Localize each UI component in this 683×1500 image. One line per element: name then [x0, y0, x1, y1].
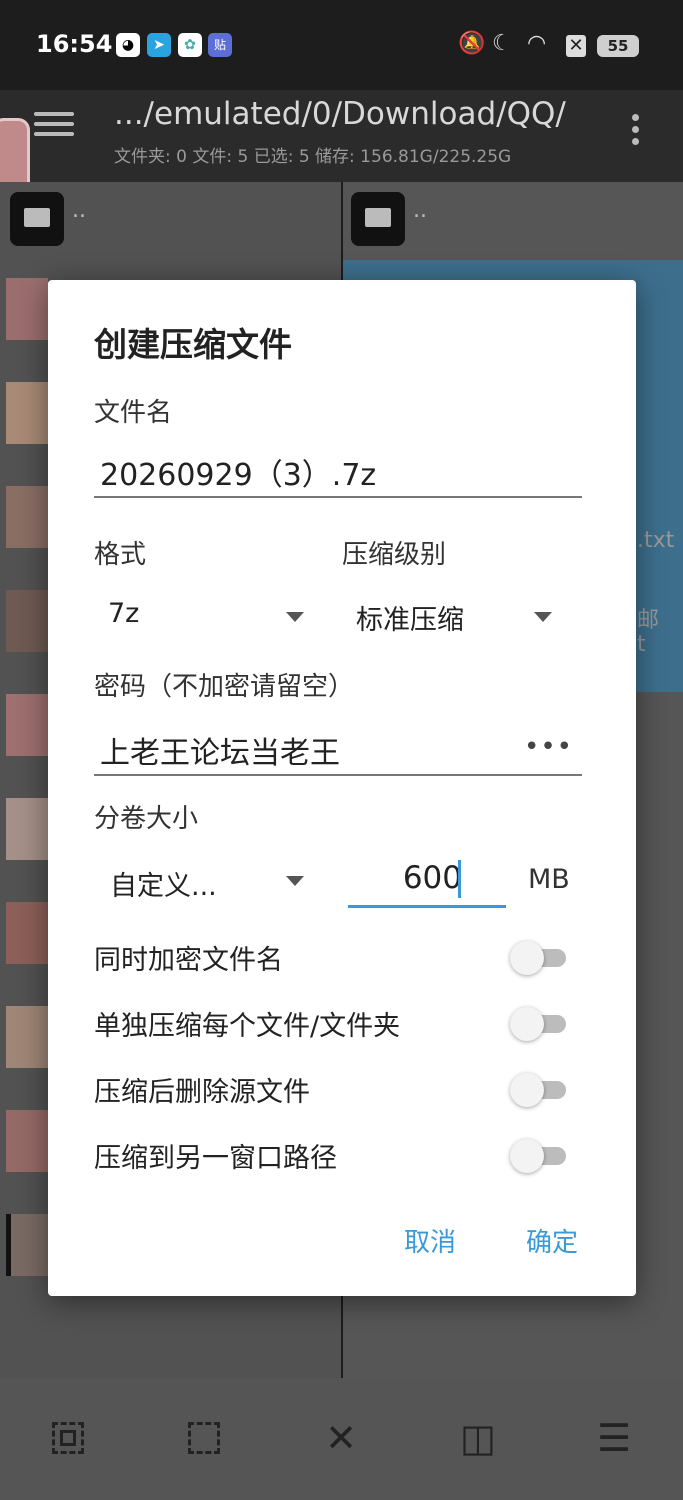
app-icon: ✿ — [178, 33, 202, 57]
toggle-label: 压缩到另一窗口路径 — [94, 1143, 337, 1174]
select-all-icon[interactable] — [38, 1408, 98, 1468]
folder-icon — [10, 192, 64, 246]
telegram-icon: ➤ — [147, 33, 171, 57]
sim-icon: ✕ — [566, 35, 586, 57]
image-thumbnail[interactable] — [6, 1006, 48, 1068]
battery-icon: 55 — [597, 35, 639, 57]
dialog-title: 创建压缩文件 — [94, 325, 292, 364]
status-bar: 16:54 ◕ ➤ ✿ 贴 🔕 ☾ ◠ ✕ 55 — [0, 0, 683, 90]
menu-icon[interactable] — [34, 112, 74, 142]
image-thumbnail[interactable] — [6, 1214, 48, 1276]
image-thumbnail[interactable] — [6, 694, 48, 756]
parent-label: .. — [72, 198, 86, 223]
image-thumbnail[interactable] — [6, 382, 48, 444]
delete-source-switch[interactable] — [510, 1072, 568, 1107]
format-label: 格式 — [94, 540, 147, 570]
volume-mode-dropdown[interactable]: 自定义... — [94, 854, 314, 906]
compress-separately-switch[interactable] — [510, 1006, 568, 1041]
toggle-label: 压缩后删除源文件 — [94, 1077, 310, 1108]
file-name-fragment: .txt — [637, 528, 675, 553]
delete-source-row[interactable]: 压缩后删除源文件 — [94, 1066, 594, 1110]
other-pane-path-switch[interactable] — [510, 1138, 568, 1173]
volume-unit: MB — [528, 864, 570, 895]
image-thumbnail[interactable] — [6, 902, 48, 964]
text-cursor — [458, 860, 461, 898]
moon-icon: ☾ — [492, 31, 512, 56]
cancel-button[interactable]: 取消 — [404, 1222, 456, 1259]
compression-level-dropdown[interactable]: 标准压缩 — [342, 590, 572, 642]
bottom-action-bar: ✕ ◫ ☰ — [0, 1378, 683, 1500]
chevron-down-icon — [534, 612, 552, 622]
list-select-icon[interactable]: ☰ — [584, 1408, 644, 1468]
format-dropdown[interactable]: 7z — [94, 590, 314, 642]
create-archive-dialog: 创建压缩文件 文件名 20260929（3）.7z 格式 压缩级别 7z 标准压… — [48, 280, 636, 1296]
current-path: .../emulated/0/Download/QQ/ — [114, 96, 566, 132]
level-value: 标准压缩 — [356, 605, 464, 636]
parent-label: .. — [413, 198, 427, 223]
qq-icon: ◕ — [116, 33, 140, 57]
file-name-fragment: 邮 — [637, 608, 660, 633]
chevron-down-icon — [286, 876, 304, 886]
password-label: 密码（不加密请留空） — [94, 672, 355, 702]
toggle-label: 单独压缩每个文件/文件夹 — [94, 1011, 401, 1042]
volume-mode-value: 自定义... — [110, 871, 217, 902]
show-password-icon[interactable]: ••• — [524, 732, 573, 762]
folder-stats: 文件夹: 0 文件: 5 已选: 5 储存: 156.81G/225.25G — [114, 147, 512, 167]
encrypt-filenames-switch[interactable] — [510, 940, 568, 975]
password-value: 上老王论坛当老王 — [100, 736, 340, 771]
chevron-down-icon — [286, 612, 304, 622]
level-label: 压缩级别 — [342, 540, 447, 570]
other-pane-path-row[interactable]: 压缩到另一窗口路径 — [94, 1132, 594, 1176]
image-thumbnail[interactable] — [6, 590, 48, 652]
parent-folder-row[interactable]: .. — [10, 182, 330, 252]
filename-input[interactable]: 20260929（3）.7z — [94, 444, 582, 498]
image-thumbnail[interactable] — [6, 798, 48, 860]
toggle-label: 同时加密文件名 — [94, 945, 283, 976]
format-value: 7z — [108, 598, 140, 629]
image-thumbnail[interactable] — [6, 1110, 48, 1172]
clear-selection-icon[interactable]: ✕ — [311, 1408, 371, 1468]
mute-icon: 🔕 — [458, 31, 486, 56]
volume-label: 分卷大小 — [94, 804, 199, 834]
app-toolbar: .../emulated/0/Download/QQ/ 文件夹: 0 文件: 5… — [0, 90, 683, 182]
image-thumbnail[interactable] — [6, 486, 48, 548]
folder-icon — [351, 192, 405, 246]
wifi-icon: ◠ — [527, 31, 547, 56]
split-view-icon[interactable]: ◫ — [448, 1408, 508, 1468]
filename-value: 20260929（3）.7z — [100, 458, 377, 493]
file-name-fragment: t — [637, 632, 646, 657]
select-range-icon[interactable] — [174, 1408, 234, 1468]
encrypt-filenames-row[interactable]: 同时加密文件名 — [94, 934, 594, 978]
ok-button[interactable]: 确定 — [526, 1222, 578, 1259]
image-thumbnail[interactable] — [6, 278, 48, 340]
password-input[interactable]: 上老王论坛当老王 ••• — [94, 722, 582, 776]
more-options-icon[interactable] — [632, 114, 642, 150]
filename-label: 文件名 — [94, 398, 173, 428]
tieba-icon: 贴 — [208, 33, 232, 57]
compress-separately-row[interactable]: 单独压缩每个文件/文件夹 — [94, 1000, 594, 1044]
clock: 16:54 — [36, 30, 113, 58]
volume-size-value: 600 — [402, 860, 462, 896]
parent-folder-row[interactable]: .. — [351, 182, 671, 252]
volume-size-input[interactable]: 600 — [348, 854, 506, 908]
